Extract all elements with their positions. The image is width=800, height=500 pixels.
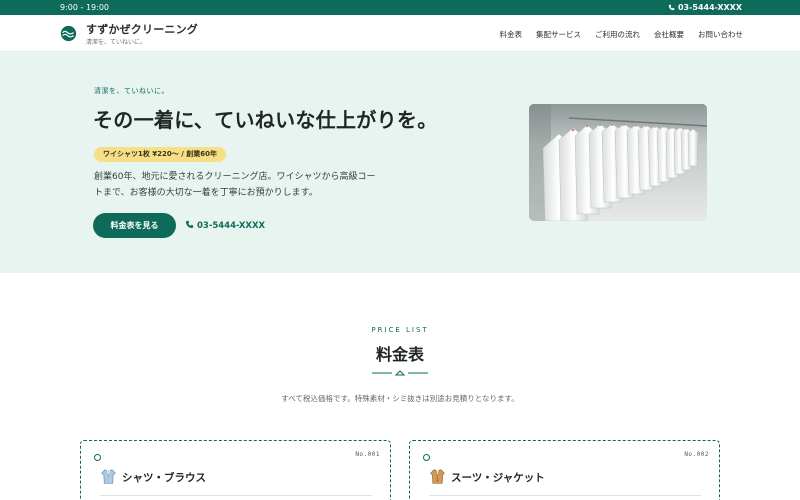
hero-shirts-photo: [529, 104, 707, 221]
suit-jacket-icon: [430, 469, 445, 484]
card-number: No.001: [355, 451, 380, 458]
nav-item-pickup-delivery[interactable]: 集配サービス: [536, 29, 581, 40]
nav-item-price-list[interactable]: 料金表: [500, 29, 523, 40]
site-header: すずかぜクリーニング 清潔を、ていねいに。 料金表 集配サービス ご利用の流れ …: [0, 15, 800, 52]
hero-phone-number: 03-5444-XXXX: [197, 221, 266, 231]
hero-description: 創業60年、地元に愛されるクリーニング店。ワイシャツから高級コートまで、お客様の…: [94, 172, 376, 198]
hero-headline: その一着に、ていねいな仕上がりを。: [93, 108, 438, 132]
wave-logo-icon[interactable]: [60, 25, 77, 42]
hero-phone-link[interactable]: 03-5444-XXXX: [185, 220, 265, 231]
business-hours: 9:00 - 19:00: [60, 3, 109, 12]
hero-eyebrow: 清潔を、ていねいに。: [94, 87, 169, 95]
topbar-phone-link[interactable]: 03-5444-XXXX: [668, 3, 742, 12]
card-divider: [429, 495, 701, 496]
card-title: シャツ・ブラウス: [122, 472, 206, 484]
topbar-phone-number: 03-5444-XXXX: [677, 3, 742, 12]
view-price-list-button[interactable]: 料金表を見る: [93, 213, 176, 238]
nav-item-contact[interactable]: お問い合わせ: [698, 29, 743, 40]
price-section-eyebrow: PRICE LIST: [371, 326, 429, 334]
top-info-bar: 9:00 - 19:00 03-5444-XXXX: [0, 0, 800, 15]
price-card-suits[interactable]: No.002 スーツ・ジャケット: [409, 440, 720, 500]
shirt-icon: [101, 469, 116, 484]
shirts-on-rack-image: [529, 104, 707, 221]
hero-section: 清潔を、ていねいに。 その一着に、ていねいな仕上がりを。 ワイシャツ1枚 ¥22…: [0, 52, 800, 273]
card-divider: [100, 495, 372, 496]
price-card-shirts[interactable]: No.001 シャツ・ブラウス: [80, 440, 391, 500]
card-number: No.002: [684, 451, 709, 458]
price-badge: ワイシャツ1枚 ¥220〜 / 創業60年: [94, 147, 226, 162]
brand-name[interactable]: すずかぜクリーニング: [86, 21, 198, 37]
nav-item-company[interactable]: 会社概要: [654, 29, 684, 40]
title-ornament-icon: [372, 370, 428, 376]
nav-item-how-to-use[interactable]: ご利用の流れ: [595, 29, 640, 40]
price-section-note: すべて税込価格です。特殊素材・シミ抜きは別途お見積りとなります。: [281, 394, 519, 403]
main-nav: 料金表 集配サービス ご利用の流れ 会社概要 お問い合わせ: [500, 29, 744, 40]
price-section-title: 料金表: [375, 345, 424, 364]
card-dot-icon: [94, 454, 101, 461]
card-dot-icon: [423, 454, 430, 461]
card-title: スーツ・ジャケット: [451, 472, 545, 484]
phone-icon: [185, 220, 194, 229]
phone-icon: [668, 4, 675, 11]
brand-tagline: 清潔を、ていねいに。: [86, 39, 147, 46]
